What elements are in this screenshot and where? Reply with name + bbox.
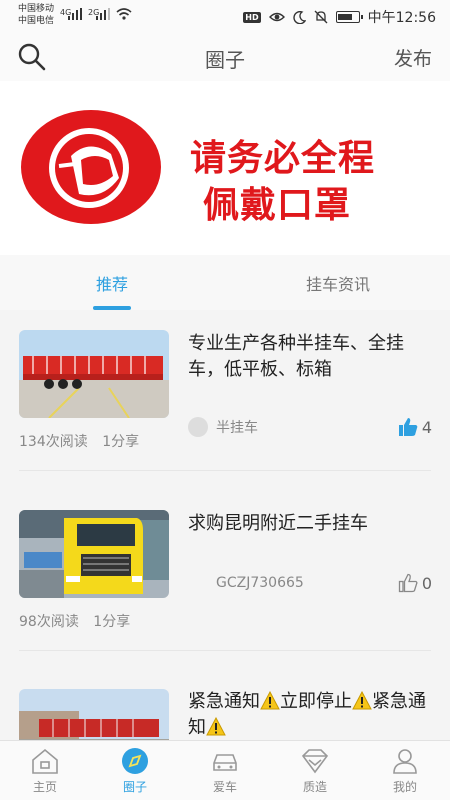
post-feed[interactable]: 专业生产各种半挂车、全挂车，低平板、标箱 半挂车 4 134次阅读 1分享 求购… — [0, 310, 450, 740]
trailer-photo — [19, 330, 169, 418]
post-author[interactable]: 半挂车 — [188, 417, 258, 437]
signal-icon — [68, 8, 82, 20]
truck-photo — [19, 510, 169, 598]
page-title: 圈子 — [205, 48, 245, 72]
publish-button[interactable]: 发布 — [394, 44, 432, 71]
car-icon — [213, 754, 237, 771]
post-item[interactable]: 紧急通知 立即停止 紧急通知 — [0, 670, 450, 740]
thumbs-up-icon — [398, 418, 418, 436]
post-title[interactable]: 求购昆明附近二手挂车 — [188, 511, 436, 537]
mute-bell-icon — [314, 10, 328, 24]
post-thumbnail[interactable] — [19, 689, 169, 740]
post-stats: 134次阅读 1分享 — [19, 431, 139, 451]
status-bar: 中国移动 中国电信 4G 2G HD 中午12:56 — [0, 0, 450, 33]
avatar — [188, 573, 208, 593]
banner-text-line2: 佩戴口罩 — [203, 185, 352, 226]
warning-icon — [352, 691, 372, 710]
mask-notice-banner[interactable]: 请务必全程 佩戴口罩 — [0, 81, 450, 255]
avatar — [188, 417, 208, 437]
mask-warning-logo — [21, 110, 161, 224]
tab-recommend[interactable]: 推荐 — [42, 271, 182, 295]
feed-tabs: 推荐 挂车资讯 — [0, 255, 450, 310]
nav-quality[interactable]: 质造 — [280, 747, 350, 795]
person-icon — [393, 749, 417, 774]
hd-badge: HD — [243, 11, 261, 23]
post-title[interactable]: 紧急通知 立即停止 紧急通知 — [188, 689, 436, 740]
battery-icon — [335, 11, 363, 23]
nav-circle[interactable]: 圈子 — [100, 747, 170, 795]
share-count: 1分享 — [93, 614, 131, 630]
nav-profile[interactable]: 我的 — [370, 747, 440, 795]
home-icon — [32, 748, 58, 774]
tab-trailer-news[interactable]: 挂车资讯 — [268, 271, 408, 295]
circle-icon — [122, 748, 148, 774]
share-count: 1分享 — [102, 434, 140, 450]
thumbs-up-outline-icon — [398, 573, 418, 593]
bottom-navigation: 主页 圈子 爱车 质造 我的 — [0, 740, 450, 800]
nav-circle-label: 圈子 — [122, 780, 147, 794]
signal-icon — [96, 8, 110, 20]
post-divider — [19, 650, 431, 651]
moon-icon — [292, 10, 306, 24]
like-count: 4 — [421, 417, 432, 437]
post-author[interactable]: GCZJ730665 — [188, 573, 304, 593]
carrier-2: 中国电信 — [18, 16, 55, 26]
nav-profile-label: 我的 — [392, 780, 417, 794]
like-count: 0 — [421, 573, 432, 593]
trailer-photo — [19, 689, 169, 740]
warning-icon — [260, 691, 280, 710]
status-time: 中午12:56 — [367, 10, 436, 26]
warning-icon — [206, 717, 226, 736]
banner-text-line1: 请务必全程 — [190, 138, 376, 179]
post-thumbnail[interactable] — [19, 330, 169, 418]
top-header: 圈子 发布 — [0, 33, 450, 81]
nav-car[interactable]: 爱车 — [190, 747, 260, 795]
post-divider — [19, 470, 431, 471]
author-name: 半挂车 — [216, 420, 258, 436]
read-count: 98次阅读 — [19, 614, 79, 630]
nav-quality-label: 质造 — [302, 780, 327, 794]
post-item[interactable]: 求购昆明附近二手挂车 GCZJ730665 0 98次阅读 1分享 — [0, 490, 450, 651]
read-count: 134次阅读 — [19, 434, 88, 450]
post-title[interactable]: 专业生产各种半挂车、全挂车，低平板、标箱 — [188, 331, 436, 383]
post-item[interactable]: 专业生产各种半挂车、全挂车，低平板、标箱 半挂车 4 134次阅读 1分享 — [0, 310, 450, 471]
nav-home-label: 主页 — [32, 780, 57, 794]
diamond-icon — [301, 749, 329, 774]
like-button[interactable]: 4 — [398, 417, 432, 437]
nav-home[interactable]: 主页 — [10, 747, 80, 795]
post-thumbnail[interactable] — [19, 510, 169, 598]
wifi-icon — [116, 8, 132, 20]
author-name: GCZJ730665 — [216, 575, 304, 591]
nav-car-label: 爱车 — [212, 780, 237, 794]
carrier-1: 中国移动 — [18, 4, 55, 14]
like-button[interactable]: 0 — [398, 573, 432, 593]
eye-icon — [268, 12, 285, 22]
carrier-info: 中国移动 中国电信 — [18, 3, 54, 27]
post-stats: 98次阅读 1分享 — [19, 611, 130, 631]
